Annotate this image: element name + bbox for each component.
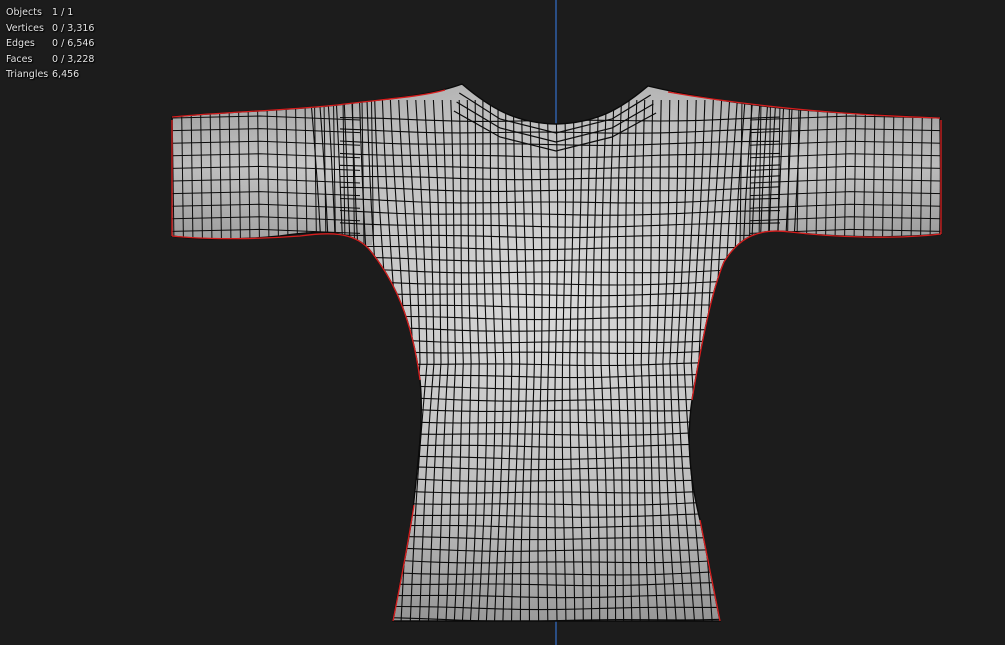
stat-row-edges: Edges 0 / 6,546 bbox=[6, 36, 94, 52]
stat-label: Objects bbox=[6, 7, 42, 18]
stat-row-triangles: Triangles 6,456 bbox=[6, 67, 94, 83]
stat-value: 1 / 1 bbox=[52, 7, 74, 18]
stat-label: Vertices bbox=[6, 22, 44, 34]
stat-row-vertices: Vertices 0 / 3,316 bbox=[6, 21, 94, 37]
3d-viewport[interactable]: Objects 1 / 1 Vertices 0 / 3,316 Edges 0… bbox=[0, 0, 1005, 645]
stat-label: Edges bbox=[6, 38, 35, 50]
stat-row-faces: Faces 0 / 3,228 bbox=[6, 52, 94, 68]
stat-value: 0 / 3,228 bbox=[52, 53, 95, 65]
stat-row-objects: Objects 1 / 1 bbox=[6, 5, 94, 21]
shirt-mesh-canvas[interactable] bbox=[0, 0, 1005, 645]
stat-value: 0 / 6,546 bbox=[52, 38, 95, 50]
scene-statistics-overlay: Objects 1 / 1 Vertices 0 / 3,316 Edges 0… bbox=[6, 5, 94, 83]
stat-value: 0 / 3,316 bbox=[52, 22, 95, 34]
stat-label: Triangles bbox=[6, 69, 49, 81]
stat-label: Faces bbox=[6, 53, 33, 65]
stat-value: 6,456 bbox=[52, 69, 80, 81]
